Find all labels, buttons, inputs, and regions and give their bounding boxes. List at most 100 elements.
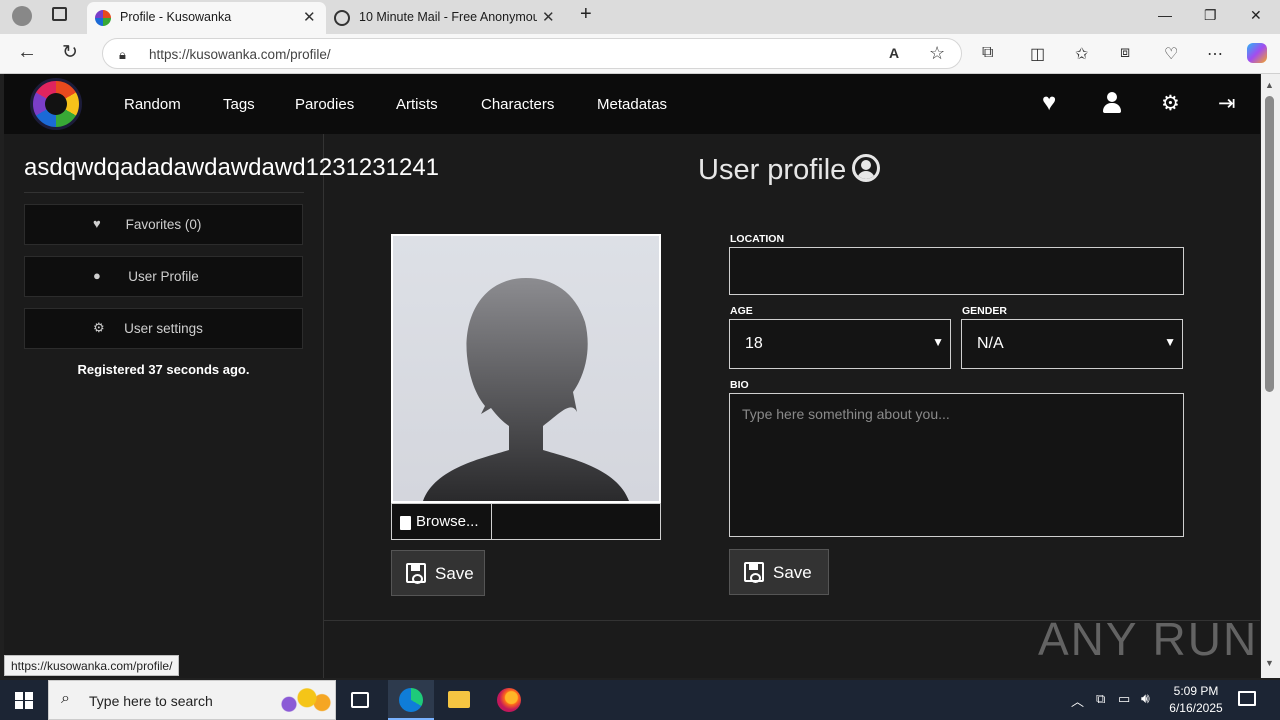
ethernet-icon[interactable]: ▭	[1118, 691, 1130, 707]
start-button[interactable]	[0, 680, 48, 720]
chevron-down-icon: ▼	[932, 335, 944, 349]
bio-label: BIO	[730, 379, 749, 391]
favorites-icon[interactable]: ✩	[1075, 44, 1088, 64]
scroll-up-icon[interactable]: ▲	[1265, 80, 1274, 90]
location-label: LOCATION	[730, 233, 785, 245]
notifications-icon[interactable]	[1238, 691, 1256, 706]
tray-chevron-icon[interactable]: ︿	[1071, 691, 1084, 710]
favorite-star-icon[interactable]: ☆	[929, 43, 945, 64]
nav-random[interactable]: Random	[124, 96, 181, 113]
tab-title: 10 Minute Mail - Free Anonymous	[359, 10, 537, 24]
firefox-icon[interactable]	[497, 688, 521, 712]
restore-icon[interactable]: ❐	[1204, 7, 1217, 24]
back-icon[interactable]: ←	[17, 41, 37, 64]
save-label: Save	[435, 564, 474, 583]
age-select[interactable]: 18 ▼	[729, 319, 951, 369]
volume-icon[interactable]: 🔊︎	[1141, 690, 1150, 707]
browse-button[interactable]: Browse...	[392, 504, 492, 539]
file-explorer-icon[interactable]	[448, 691, 470, 708]
default-avatar-silhouette	[423, 278, 629, 501]
user-circle-icon	[852, 154, 881, 182]
tab-actions-icon[interactable]	[52, 7, 67, 21]
profile-avatar-icon[interactable]	[12, 6, 32, 26]
browse-label: Browse...	[416, 513, 479, 530]
profile-sidebar: asdqwdqadadawdawdawd1231231241 ♥ Favorit…	[4, 134, 439, 678]
more-icon[interactable]: ⋯	[1207, 44, 1223, 64]
registered-text: Registered 37 seconds ago.	[77, 362, 250, 377]
taskbar-search-box[interactable]: ⌕ Type here to search	[48, 680, 336, 720]
close-icon[interactable]: ✕	[303, 8, 316, 26]
collections-icon[interactable]: ⧈	[1120, 44, 1130, 62]
search-placeholder: Type here to search	[89, 693, 213, 709]
bio-textarea[interactable]: Type here something about you...	[729, 393, 1184, 537]
edge-taskbar-icon[interactable]	[388, 680, 434, 720]
file-icon	[400, 516, 411, 530]
split-screen-icon[interactable]: ◫	[1030, 44, 1045, 64]
nav-metadatas[interactable]: Metadatas	[597, 96, 667, 113]
new-tab-icon[interactable]: +	[580, 3, 592, 26]
copilot-icon[interactable]	[1247, 43, 1267, 63]
window-close-icon[interactable]: ✕	[1250, 7, 1262, 24]
user-settings-label: User settings	[124, 321, 203, 336]
windows-taskbar: ⌕ Type here to search ︿ ⧉ ▭ 🔊︎ 5:09 PM 6…	[0, 680, 1280, 720]
favorites-button[interactable]: ♥ Favorites (0)	[24, 204, 303, 245]
nav-characters[interactable]: Characters	[481, 96, 554, 113]
gender-label: GENDER	[962, 305, 1007, 317]
page-title-text: User profile	[698, 154, 847, 186]
status-bar-url: https://kusowanka.com/profile/	[4, 655, 180, 676]
task-view-icon[interactable]	[351, 692, 369, 708]
page-title: User profile	[698, 154, 881, 187]
lock-icon[interactable]: 🔒︎	[119, 47, 126, 63]
anyrun-watermark: ANY RUN	[1038, 613, 1259, 665]
site-logo[interactable]	[30, 78, 82, 130]
user-settings-button[interactable]: ⚙ User settings	[24, 308, 303, 349]
age-label: AGE	[730, 305, 753, 317]
globe-icon	[334, 10, 350, 26]
file-upload-row[interactable]: Browse...	[391, 503, 661, 540]
save-avatar-button[interactable]: Save	[391, 550, 485, 596]
floppy-disk-icon	[406, 563, 426, 584]
browser-essentials-icon[interactable]: ♡	[1164, 44, 1178, 64]
extensions-icon[interactable]: ⧉	[982, 44, 993, 62]
read-aloud-icon[interactable]: A	[889, 45, 899, 61]
chevron-down-icon: ▼	[1164, 335, 1176, 349]
logout-icon[interactable]: ⇥	[1218, 91, 1236, 116]
username-heading: asdqwdqadadawdawdawd1231231241	[24, 154, 440, 181]
url-text: https://kusowanka.com/profile/	[149, 47, 331, 62]
divider	[24, 192, 304, 193]
gender-value: N/A	[977, 335, 1004, 352]
save-label: Save	[773, 563, 812, 582]
location-input[interactable]	[729, 247, 1184, 295]
site-navbar: Random Tags Parodies Artists Characters …	[4, 74, 1260, 134]
heart-icon[interactable]: ♥	[1042, 89, 1056, 117]
scroll-down-icon[interactable]: ▼	[1265, 658, 1274, 668]
gear-icon[interactable]: ⚙	[1161, 91, 1180, 116]
browser-tab-strip: Profile - Kusowanka ✕ 10 Minute Mail - F…	[0, 0, 1280, 34]
avatar-image	[391, 234, 661, 503]
gender-select[interactable]: N/A ▼	[961, 319, 1183, 369]
user-profile-button[interactable]: ● User Profile	[24, 256, 303, 297]
favorites-label: Favorites (0)	[125, 217, 202, 232]
address-bar[interactable]: 🔒︎ https://kusowanka.com/profile/ A ☆	[102, 38, 962, 69]
bio-placeholder: Type here something about you...	[742, 406, 950, 422]
clock-time[interactable]: 5:09 PM	[1166, 684, 1226, 698]
clock-date[interactable]: 6/16/2025	[1166, 701, 1226, 715]
flowers-illustration-icon	[271, 685, 331, 717]
network-icon[interactable]: ⧉	[1096, 691, 1105, 707]
tab-10minutemail[interactable]: 10 Minute Mail - Free Anonymous ✕	[326, 2, 566, 34]
user-icon[interactable]	[1103, 92, 1121, 114]
page-scrollbar[interactable]: ▲ ▼	[1261, 74, 1280, 678]
nav-tags[interactable]: Tags	[223, 96, 255, 113]
refresh-icon[interactable]: ↻	[62, 41, 78, 64]
close-icon[interactable]: ✕	[542, 8, 555, 26]
age-value: 18	[745, 335, 763, 352]
nav-artists[interactable]: Artists	[396, 96, 438, 113]
scroll-thumb[interactable]	[1265, 96, 1274, 392]
web-page: Random Tags Parodies Artists Characters …	[4, 74, 1260, 678]
save-profile-button[interactable]: Save	[729, 549, 829, 595]
minimize-icon[interactable]: —	[1158, 7, 1172, 23]
windows-logo-icon	[15, 692, 33, 709]
tab-profile[interactable]: Profile - Kusowanka ✕	[87, 2, 326, 34]
tab-title: Profile - Kusowanka	[120, 10, 232, 24]
nav-parodies[interactable]: Parodies	[295, 96, 354, 113]
